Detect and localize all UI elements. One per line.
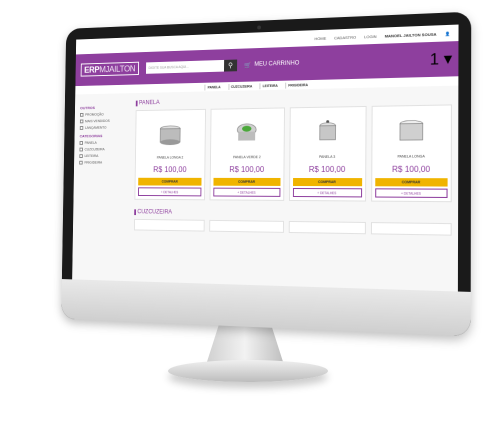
checkbox[interactable] <box>79 126 84 130</box>
nav-item-panela[interactable]: PANELA <box>204 83 223 91</box>
buy-button[interactable]: COMPRAR <box>374 178 448 187</box>
checkbox[interactable] <box>79 119 84 124</box>
chevron-down-icon: ▾ <box>443 50 453 69</box>
cart-icon[interactable]: 🛒 <box>244 61 251 68</box>
pot-image[interactable] <box>214 111 281 153</box>
product-card <box>209 219 284 233</box>
details-button[interactable]: + DETALHES <box>292 187 362 198</box>
filter-label: CUZCUZEIRA <box>84 147 105 152</box>
sidebar-categorias-title: CATEGORIAS <box>79 133 103 139</box>
cart[interactable]: 🛒 MEU CARRINHO <box>244 56 421 68</box>
filter-cuzcuzeira[interactable]: CUZCUZEIRA <box>79 147 129 152</box>
search-input[interactable]: DIGITE SUA BUSCA AQUI... <box>146 64 224 70</box>
user-icon[interactable]: 👤 <box>445 31 450 36</box>
checkbox[interactable] <box>79 154 83 158</box>
monitor: HOME CADASTRO LOGIN MANOEL JAILTON SOUSA… <box>61 11 472 337</box>
filter-promocao[interactable]: PROMOÇÃO <box>80 112 130 117</box>
sidebar: OUTROS PROMOÇÃO MAIS VENDIDOS LANÇAMENTO… <box>77 101 130 277</box>
main: PANELA PANELA LONGA 2 R$ 100,00 COMPRAR … <box>133 94 453 286</box>
filter-label: LEITEIRA <box>84 154 99 158</box>
product-card <box>370 222 452 236</box>
product-price: R$ 100,00 <box>392 164 431 175</box>
product-card: PANELA LONGA 2 R$ 100,00 COMPRAR + DETAL… <box>134 108 207 201</box>
section-title-text: PANELA <box>138 100 160 107</box>
buy-button[interactable]: COMPRAR <box>138 177 202 186</box>
product-name[interactable]: PANELA LONGA <box>397 154 424 158</box>
user-name[interactable]: MANOEL JAILTON SOUSA <box>385 31 437 38</box>
product-name[interactable]: PANELA VERDE 2 <box>233 155 261 159</box>
logo-sub: MJAILTON <box>99 63 136 75</box>
sidebar-outros-title: OUTROS <box>80 105 95 111</box>
checkbox[interactable] <box>79 147 83 152</box>
home-link[interactable]: HOME <box>314 35 326 40</box>
nav-item-cuzcuzeira[interactable]: CUZCUZEIRA <box>228 82 255 90</box>
product-grid: PANELA LONGA 2 R$ 100,00 COMPRAR + DETAL… <box>134 104 453 203</box>
nav-item-frigideira[interactable]: FRIGIDEIRA <box>285 81 310 89</box>
pot-image[interactable] <box>375 109 448 153</box>
pot-image[interactable] <box>293 110 363 153</box>
product-price: R$ 100,00 <box>308 164 346 175</box>
product-grid <box>133 218 452 236</box>
product-price: R$ 100,00 <box>229 165 265 174</box>
filter-frigideira[interactable]: FRIGIDEIRA <box>79 161 129 165</box>
filter-label: PROMOÇÃO <box>85 112 104 117</box>
buy-button[interactable]: COMPRAR <box>213 177 281 186</box>
filter-label: MAIS VENDIDOS <box>85 119 110 124</box>
filter-leiteira[interactable]: LEITEIRA <box>79 154 129 158</box>
search-icon[interactable]: ⚲ <box>223 59 238 72</box>
details-button[interactable]: + DETALHES <box>213 187 280 197</box>
screen: HOME CADASTRO LOGIN MANOEL JAILTON SOUSA… <box>72 24 459 292</box>
product-name[interactable]: PANELA LONGA 2 <box>157 156 184 160</box>
product-card: PANELA 3 R$ 100,00 COMPRAR + DETALHES <box>288 105 367 202</box>
content: OUTROS PROMOÇÃO MAIS VENDIDOS LANÇAMENTO… <box>72 85 459 292</box>
product-card: PANELA LONGA R$ 100,00 COMPRAR + DETALHE… <box>370 104 453 203</box>
filter-mais-vendidos[interactable]: MAIS VENDIDOS <box>79 119 130 124</box>
search-box: DIGITE SUA BUSCA AQUI... ⚲ <box>145 59 238 74</box>
section-title: CUZCUZEIRA <box>134 209 452 219</box>
buy-button[interactable]: COMPRAR <box>292 177 362 187</box>
monitor-stand-base <box>168 360 328 382</box>
login-link[interactable]: LOGIN <box>364 33 377 39</box>
product-name[interactable]: PANELA 3 <box>319 155 335 159</box>
product-card <box>133 218 205 232</box>
checkbox[interactable] <box>79 141 84 145</box>
cart-label[interactable]: MEU CARRINHO <box>254 60 299 67</box>
product-card <box>288 220 366 235</box>
details-button[interactable]: + DETALHES <box>374 188 448 199</box>
pot-image[interactable] <box>139 113 203 154</box>
webcam-icon <box>257 25 261 30</box>
product-price: R$ 100,00 <box>153 165 187 174</box>
logo-main: ERP <box>84 64 100 75</box>
filter-label: PANELA <box>84 140 97 145</box>
register-link[interactable]: CADASTRO <box>334 34 356 40</box>
details-button[interactable]: + DETALHES <box>138 187 202 197</box>
cart-qty-select[interactable]: 1 ▾ <box>430 49 452 70</box>
cart-qty: 1 <box>429 50 440 69</box>
scene: HOME CADASTRO LOGIN MANOEL JAILTON SOUSA… <box>0 0 500 427</box>
filter-label: FRIGIDEIRA <box>84 160 103 165</box>
filter-panela[interactable]: PANELA <box>79 140 130 145</box>
product-card: PANELA VERDE 2 R$ 100,00 COMPRAR + DETAL… <box>209 107 285 201</box>
logo[interactable]: ERP MJAILTON <box>80 61 139 77</box>
filter-label: LANÇAMENTO <box>84 125 107 130</box>
nav-item-leiteira[interactable]: LEITEIRA <box>259 82 280 89</box>
filter-lancamento[interactable]: LANÇAMENTO <box>79 125 130 130</box>
section-title-text: CUZCUZEIRA <box>137 209 173 216</box>
checkbox[interactable] <box>80 112 84 117</box>
checkbox[interactable] <box>79 160 83 165</box>
